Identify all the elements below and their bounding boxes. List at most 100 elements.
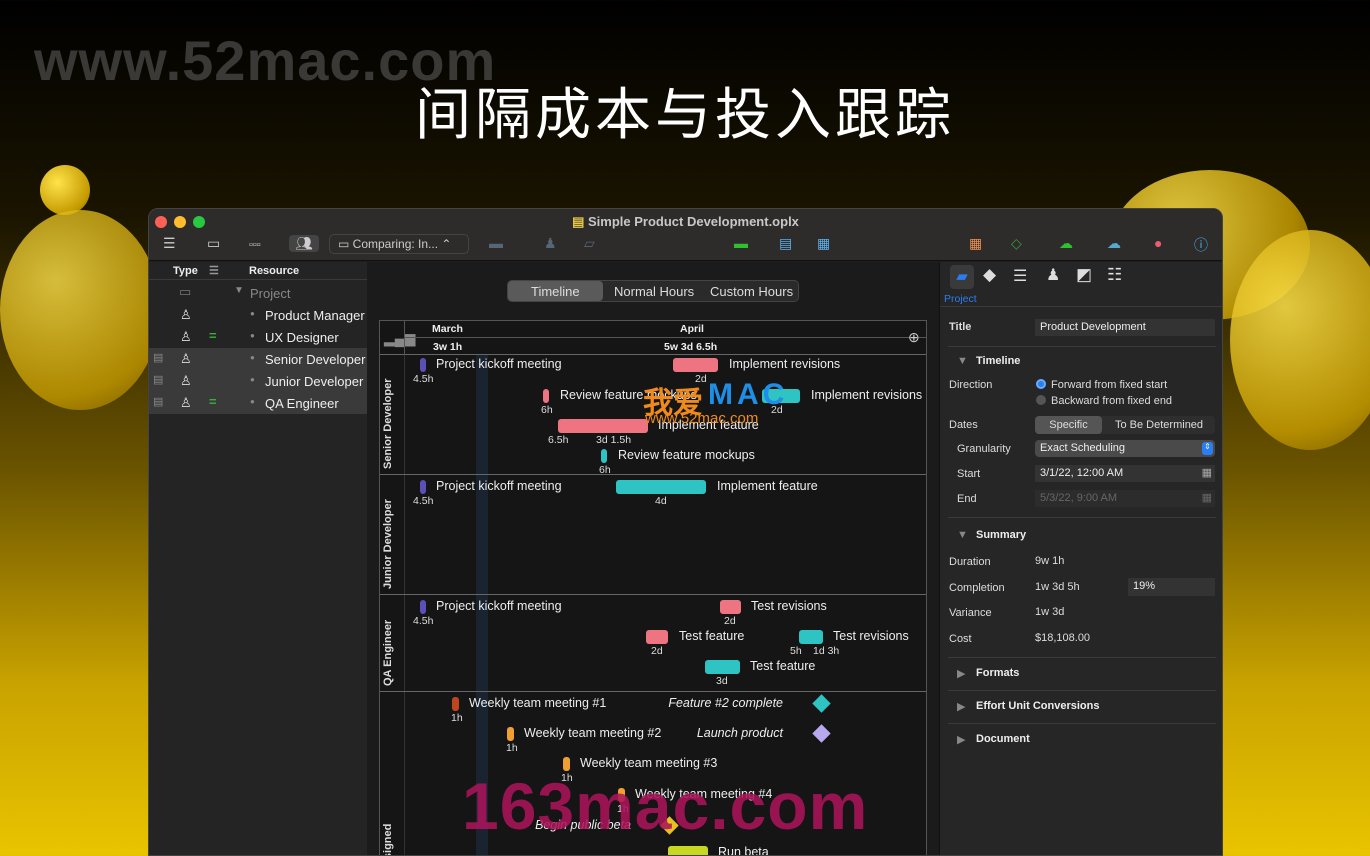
effort-unit-section-header[interactable]: Effort Unit Conversions: [976, 700, 1099, 712]
resource-row[interactable]: ▤ ♙ ● QA Engineer =: [149, 392, 367, 414]
disclosure-closed-icon[interactable]: ▶: [957, 733, 965, 746]
tab-custom-hours[interactable]: Custom Hours: [710, 284, 793, 299]
histogram-icon[interactable]: ▂▄▆: [384, 330, 415, 347]
task-bar[interactable]: [616, 480, 706, 494]
level-icon[interactable]: ▬: [734, 235, 748, 251]
backward-option-label[interactable]: Backward from fixed end: [1051, 395, 1172, 407]
stepper-icon: ⇕: [1202, 442, 1213, 455]
equal-icon: =: [209, 394, 217, 409]
title-field[interactable]: Product Development: [1035, 319, 1215, 336]
resource-name: Product Manager: [265, 308, 365, 323]
network-icon[interactable]: ▫▫▫: [249, 239, 261, 251]
task-bar[interactable]: [720, 600, 741, 614]
type-column-header[interactable]: Type: [173, 265, 198, 277]
completion-percent-field[interactable]: 19%: [1128, 578, 1215, 596]
dates-tbd[interactable]: To Be Determined: [1115, 419, 1203, 431]
end-field: 5/3/22, 9:00 AM ▦: [1035, 490, 1215, 507]
note-icon[interactable]: ▤: [153, 373, 163, 386]
start-field[interactable]: 3/1/22, 12:00 AM ▦: [1035, 465, 1215, 482]
table-inspector-icon[interactable]: ☷: [1107, 265, 1122, 285]
gantt-view: Timeline Normal Hours Custom Hours ▂▄▆ M…: [367, 262, 939, 855]
radio-forward[interactable]: [1036, 379, 1046, 389]
dates-specific[interactable]: Specific: [1035, 416, 1102, 434]
app-window: ▤ Simple Product Development.oplx ☰ ▭ ▫▫…: [148, 208, 1223, 856]
disclosure-open-icon[interactable]: ▼: [957, 355, 968, 367]
bullet-icon: ●: [250, 397, 255, 406]
task-bar[interactable]: [420, 480, 426, 494]
disclosure-open-icon[interactable]: ▼: [957, 529, 968, 541]
cost-label: Cost: [949, 633, 972, 645]
gantt-icon[interactable]: ▭: [207, 235, 220, 252]
divider: [948, 657, 1216, 658]
project-icon: ▭: [179, 284, 192, 299]
tab-normal-hours[interactable]: Normal Hours: [614, 284, 694, 299]
equal-icon: =: [209, 328, 217, 343]
split-icon[interactable]: ▱: [584, 235, 595, 252]
task-bar[interactable]: [420, 358, 426, 372]
disclosure-closed-icon[interactable]: ▶: [957, 700, 965, 713]
forward-option-label[interactable]: Forward from fixed start: [1051, 379, 1167, 391]
catch-up-icon[interactable]: ▦: [817, 235, 830, 252]
task-bar[interactable]: [673, 358, 718, 372]
radio-backward[interactable]: [1036, 395, 1046, 405]
equals-column-icon: ☰: [209, 265, 219, 277]
resource-row[interactable]: ▤ ♙ ● Junior Developer: [149, 370, 367, 392]
info-icon[interactable]: ⓘ: [1194, 235, 1208, 255]
task-bar[interactable]: [420, 600, 426, 614]
calendar-icon[interactable]: ▦: [1202, 466, 1212, 479]
note-icon[interactable]: ▤: [153, 395, 163, 408]
person-icon: ♙: [180, 329, 192, 344]
resource-row[interactable]: ▭ ▼ Project: [149, 282, 367, 304]
note-icon[interactable]: ▤: [153, 351, 163, 364]
duration-label: 6h: [541, 404, 553, 416]
disclosure-closed-icon[interactable]: ▶: [957, 667, 965, 680]
divider: [948, 690, 1216, 691]
resource-inspector-icon[interactable]: ♟: [1046, 265, 1060, 285]
task-bar[interactable]: [507, 727, 514, 741]
formats-section-header[interactable]: Formats: [976, 667, 1019, 679]
violations-icon[interactable]: ●: [1154, 235, 1162, 251]
task-bar[interactable]: [799, 630, 823, 644]
task-label: Implement revisions: [729, 357, 841, 371]
duration-label: 5h: [790, 645, 802, 657]
comparing-value: Comparing: In...: [352, 237, 439, 251]
resource-column-header[interactable]: Resource: [249, 265, 299, 277]
publish-icon[interactable]: ☁: [1059, 235, 1073, 252]
cost-value: $18,108.00: [1035, 632, 1091, 644]
task-bar[interactable]: [543, 389, 549, 403]
resource-name: Project: [250, 286, 291, 301]
granularity-select[interactable]: Exact Scheduling ⇕: [1035, 440, 1215, 457]
task-bar[interactable]: [668, 846, 708, 855]
task-inspector-icon[interactable]: ☰: [1013, 266, 1027, 286]
person-icon[interactable]: ♟: [544, 235, 557, 252]
style-inspector-icon[interactable]: ◩: [1076, 265, 1092, 285]
tracking-icon[interactable]: ▤: [779, 235, 792, 252]
dates-segmented: Specific To Be Determined: [1035, 416, 1215, 434]
duration-label: 4d: [655, 495, 667, 507]
task-bar[interactable]: [646, 630, 668, 644]
resource-row[interactable]: ♙ ● UX Designer =: [149, 326, 367, 348]
task-bar[interactable]: [558, 419, 648, 433]
document-section-header[interactable]: Document: [976, 733, 1030, 745]
zoom-in-icon[interactable]: ⊕: [908, 329, 920, 346]
resource-row[interactable]: ♙ ● Product Manager: [149, 304, 367, 326]
tab-timeline[interactable]: Timeline: [531, 284, 580, 299]
comparing-select[interactable]: ▭ Comparing: In... ⌃: [329, 234, 469, 254]
resources-icon[interactable]: 👥︎: [289, 235, 319, 252]
task-bar[interactable]: [705, 660, 740, 674]
resource-name: Junior Developer: [265, 374, 364, 389]
table-icon[interactable]: ▦: [969, 235, 982, 252]
resource-row[interactable]: ▤ ♙ ● Senior Developer: [149, 348, 367, 370]
link-icon[interactable]: ▬: [489, 235, 503, 251]
timeline-section-header[interactable]: Timeline: [976, 355, 1020, 367]
divider: [940, 306, 1222, 307]
outline-icon[interactable]: ☰: [163, 235, 176, 252]
baseline-icon[interactable]: ◇: [1011, 235, 1022, 252]
disclosure-open-icon[interactable]: ▼: [234, 285, 244, 296]
task-bar[interactable]: [452, 697, 459, 711]
task-bar[interactable]: [601, 449, 607, 463]
summary-section-header[interactable]: Summary: [976, 529, 1026, 541]
subscribe-icon[interactable]: ☁: [1107, 235, 1121, 252]
milestone-inspector-icon[interactable]: ◆: [983, 265, 996, 285]
project-inspector-tab-icon[interactable]: ▰: [950, 265, 974, 289]
